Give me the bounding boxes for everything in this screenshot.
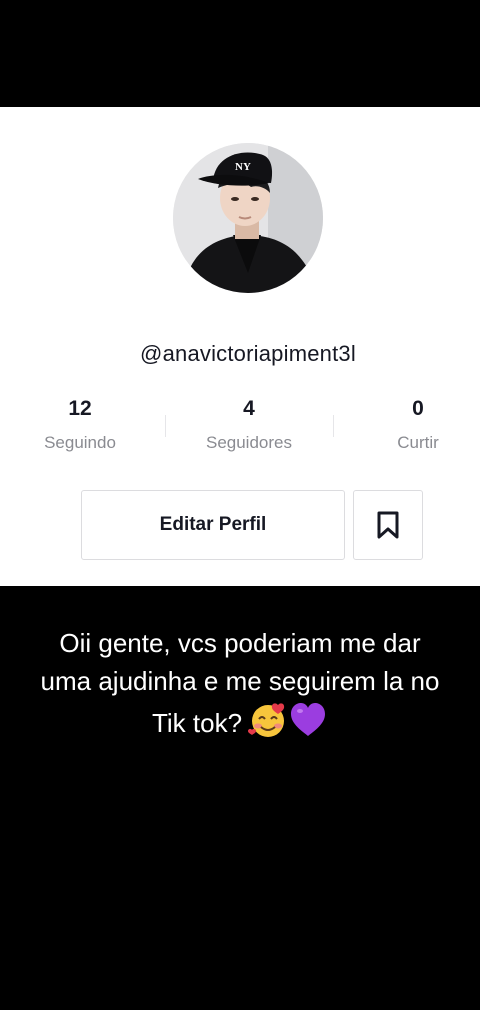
profile-username: @anavictoriapiment3l — [140, 341, 356, 366]
following-label: Seguindo — [44, 433, 116, 452]
following-stat[interactable]: 12 Seguindo — [20, 397, 140, 453]
likes-label: Curtir — [397, 433, 439, 452]
svg-text:NY: NY — [235, 161, 251, 173]
smiling-face-with-hearts-icon — [248, 700, 288, 750]
edit-profile-button[interactable]: Editar Perfil — [81, 490, 345, 560]
followers-stat[interactable]: 4 Seguidores — [188, 397, 310, 453]
profile-avatar[interactable]: NY — [173, 143, 323, 293]
caption-line-3-wrapper: Tik tok? — [0, 700, 480, 750]
followers-count: 4 — [243, 397, 255, 420]
profile-stats: 12 Seguindo 4 Seguidores 0 Curtir — [0, 397, 480, 467]
likes-count: 0 — [412, 397, 424, 420]
profile-card: NY @anavictoriapiment3l 12 Seguindo 4 Se… — [0, 107, 480, 586]
avatar-photo: NY — [173, 143, 323, 293]
caption-text: Oii gente, vcs poderiam me dar uma ajudi… — [0, 624, 480, 750]
following-count: 12 — [68, 397, 92, 420]
likes-stat[interactable]: 0 Curtir — [362, 397, 474, 453]
bookmark-icon — [377, 511, 399, 539]
stats-divider — [165, 415, 166, 437]
bookmark-button[interactable] — [353, 490, 423, 560]
caption-line-3: Tik tok? — [151, 707, 243, 738]
caption-line-1: Oii gente, vcs poderiam me dar — [59, 628, 421, 658]
stats-divider — [333, 415, 334, 437]
purple-heart-icon — [288, 700, 328, 750]
caption-line-2: uma ajudinha e me seguirem la no — [40, 666, 440, 696]
followers-label: Seguidores — [205, 433, 292, 452]
